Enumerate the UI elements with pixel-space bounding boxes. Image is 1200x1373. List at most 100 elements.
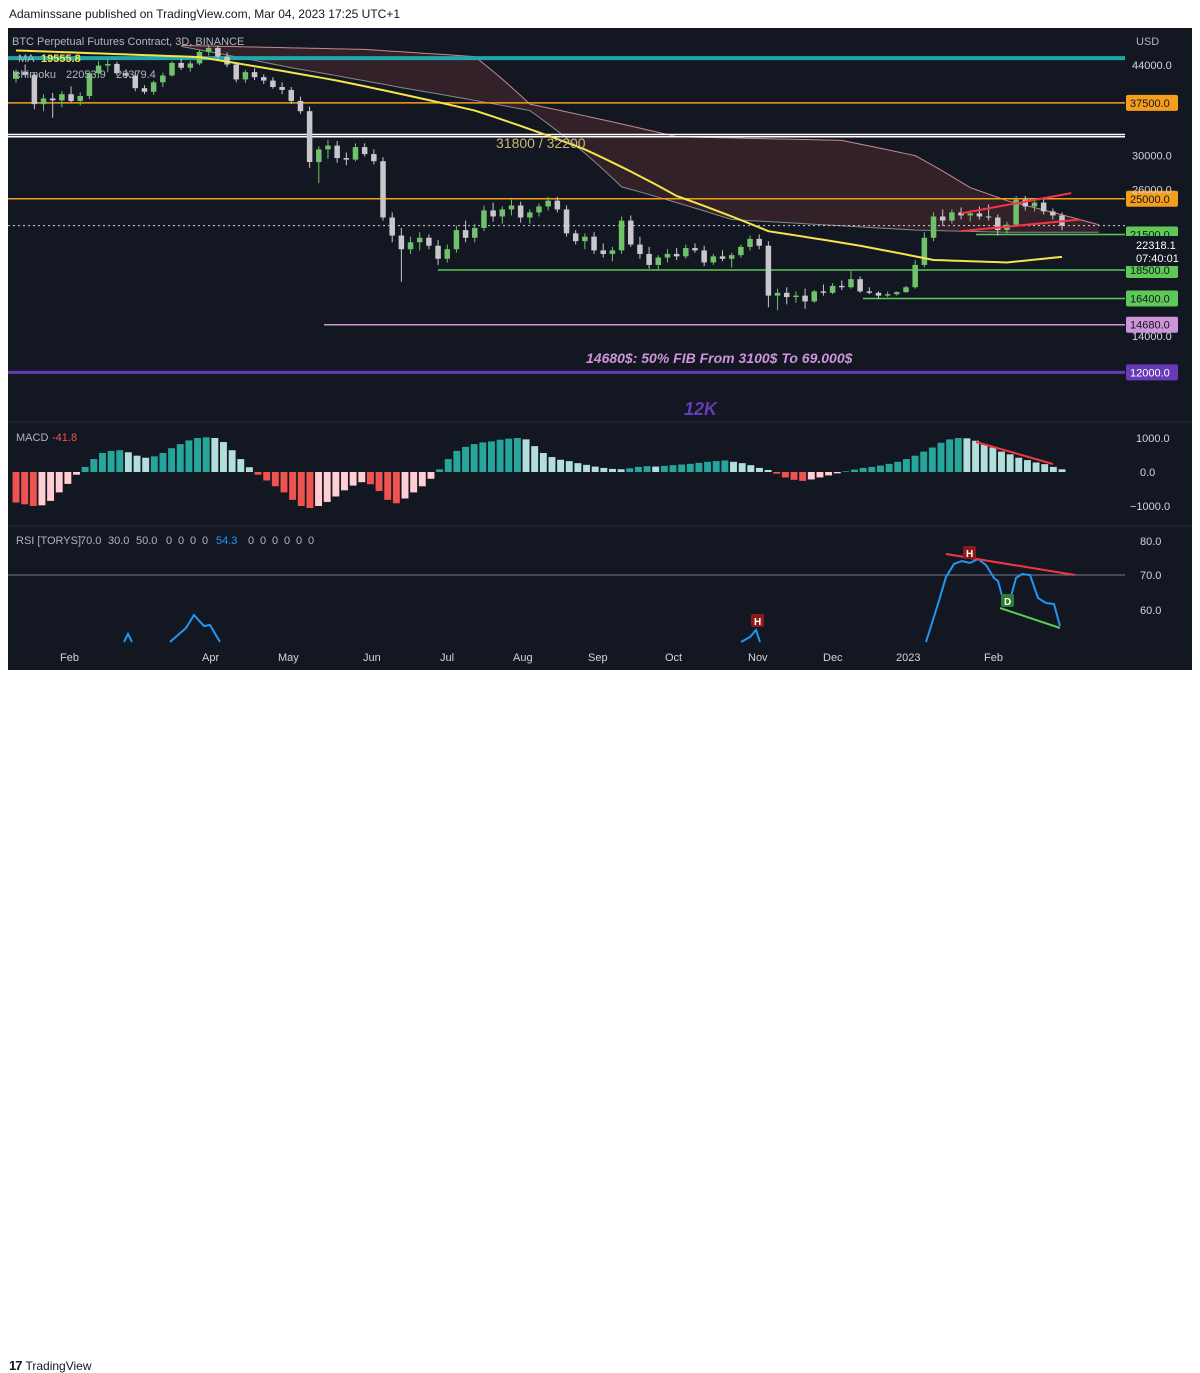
candle-body bbox=[1031, 202, 1038, 207]
ma-legend-value: 19555.8 bbox=[41, 53, 81, 65]
macd-bar bbox=[332, 472, 340, 497]
rsi-param2-3: 0 bbox=[272, 535, 278, 547]
rsi-line-segment-1 bbox=[123, 631, 133, 643]
macd-bar bbox=[487, 441, 495, 472]
rsi-param-5: 0 bbox=[178, 535, 184, 547]
candle-body bbox=[59, 94, 65, 101]
candle-body bbox=[251, 72, 258, 78]
candle-body bbox=[930, 216, 937, 238]
candle-body bbox=[783, 292, 790, 298]
candle-body bbox=[233, 64, 239, 80]
macd-bar bbox=[704, 461, 712, 472]
candle-body bbox=[426, 237, 432, 246]
tradingview-logo[interactable]: 17 TradingView bbox=[9, 1358, 92, 1373]
ichimoku-cloud bbox=[181, 44, 1099, 233]
rsi-marker-h-1: H bbox=[751, 614, 764, 628]
time-label-1: Apr bbox=[202, 652, 219, 664]
candle-body bbox=[903, 287, 909, 293]
rsi-pane bbox=[8, 553, 1125, 643]
candle-body bbox=[600, 250, 606, 254]
chart-area[interactable]: 37500.0 25000.0 21500.0 18500.0 16400.0 14680… bbox=[8, 28, 1192, 670]
candle-body bbox=[508, 205, 515, 210]
macd-bar bbox=[807, 472, 815, 480]
macd-bar bbox=[470, 444, 478, 472]
candle-body bbox=[361, 147, 368, 155]
candle-body bbox=[719, 256, 726, 259]
macd-bar bbox=[401, 472, 409, 499]
macd-bar bbox=[634, 466, 642, 472]
candle-body bbox=[894, 292, 900, 295]
macd-bar bbox=[220, 442, 227, 472]
macd-bar bbox=[609, 468, 616, 472]
macd-bar bbox=[12, 472, 20, 503]
macd-bar bbox=[366, 472, 374, 485]
rsi-param-6: 0 bbox=[190, 535, 196, 547]
candle-body bbox=[912, 264, 918, 288]
macd-bar bbox=[349, 472, 357, 486]
macd-bar bbox=[159, 452, 167, 472]
level-label-37500: 37500.0 bbox=[1130, 98, 1170, 110]
macd-bar bbox=[522, 439, 530, 472]
candle-body bbox=[215, 47, 221, 57]
candle-body bbox=[270, 80, 276, 87]
fib-note: 14680$: 50% FIB From 3100$ To 69.000$ bbox=[586, 350, 853, 366]
macd-bar bbox=[626, 468, 634, 472]
rsi-marker-h-2: H bbox=[963, 546, 976, 560]
candle-body bbox=[141, 88, 148, 92]
rsi-param2-5: 0 bbox=[296, 535, 302, 547]
rsi-label: RSI [TORYS] bbox=[16, 535, 81, 547]
macd-bar bbox=[972, 440, 980, 472]
macd-bar bbox=[928, 447, 936, 472]
candle-body bbox=[793, 295, 799, 298]
candle-body bbox=[802, 295, 808, 302]
macd-bar bbox=[660, 465, 668, 472]
macd-bar bbox=[228, 450, 236, 472]
macd-bar bbox=[764, 469, 772, 472]
macd-bar bbox=[453, 450, 461, 472]
candle-body bbox=[618, 220, 625, 251]
rsi-param-4: 0 bbox=[166, 535, 172, 547]
macd-bar bbox=[245, 467, 253, 472]
symbol-legend: BTC Perpetual Futures Contract, 3D, BINA… bbox=[12, 36, 244, 48]
rsi-param2-1: 0 bbox=[248, 535, 254, 547]
macd-bar bbox=[384, 472, 392, 500]
rsi-value: 54.3 bbox=[216, 535, 237, 547]
price-chart[interactable]: 37500.025000.021500.018500.016400.014680… bbox=[8, 28, 1192, 670]
time-label-0: Feb bbox=[60, 652, 79, 664]
candle-body bbox=[738, 246, 744, 256]
candle-body bbox=[490, 210, 496, 217]
price-tick-44000: 44000.0 bbox=[1132, 60, 1172, 72]
rsi-divergence-green bbox=[999, 607, 1061, 629]
time-label-9: Dec bbox=[823, 652, 843, 664]
macd-bar bbox=[980, 444, 988, 472]
publisher-text: Adaminssane published on TradingView.com… bbox=[9, 7, 401, 21]
macd-bar bbox=[21, 472, 29, 505]
macd-bar bbox=[920, 451, 928, 472]
candle-body bbox=[728, 255, 735, 259]
candle-body bbox=[683, 248, 689, 257]
candle-body bbox=[875, 292, 882, 296]
price-tick-26000: 26000.0 bbox=[1132, 184, 1172, 196]
macd-bar bbox=[738, 463, 746, 472]
macd-bar bbox=[513, 438, 521, 472]
macd-bar bbox=[410, 472, 418, 493]
macd-bar bbox=[55, 472, 63, 493]
macd-bar bbox=[436, 469, 444, 472]
macd-bar bbox=[358, 472, 366, 483]
candle-body bbox=[150, 82, 157, 92]
candle-body bbox=[646, 253, 652, 265]
candle-body bbox=[866, 291, 873, 293]
macd-bar bbox=[643, 466, 651, 472]
ma-legend-label: MA bbox=[18, 53, 35, 65]
candle-body bbox=[857, 279, 863, 292]
macd-bar bbox=[176, 444, 184, 472]
level-label-18500: 18500.0 bbox=[1130, 265, 1170, 277]
candle-body bbox=[316, 149, 322, 163]
candle-body bbox=[40, 98, 47, 105]
candle-body bbox=[288, 89, 295, 101]
macd-bar bbox=[1058, 469, 1066, 472]
candle-body bbox=[572, 233, 579, 242]
candle-body bbox=[628, 220, 634, 245]
macd-bar bbox=[194, 438, 201, 472]
candle-body bbox=[68, 94, 74, 101]
